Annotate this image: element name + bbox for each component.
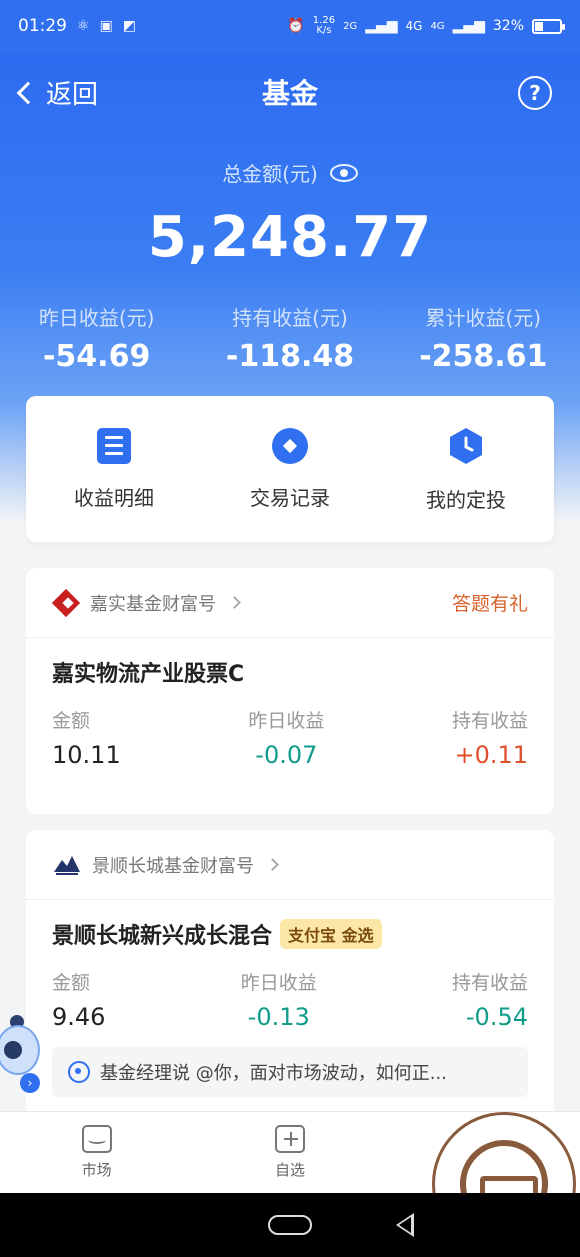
manager-says-banner[interactable]: 基金经理说 @你，面对市场波动，如何正... [52, 1047, 528, 1097]
yesterday-value: -0.07 [255, 741, 318, 769]
signal-4g-a: 4G [405, 19, 423, 33]
stat-yesterday: 昨日收益(元) -54.69 [2, 302, 192, 374]
help-icon[interactable]: ? [518, 76, 552, 110]
stat-label: 昨日收益(元) [38, 306, 155, 330]
battery-icon [532, 18, 565, 34]
harvest-logo-icon [52, 589, 80, 617]
fund-name: 景顺长城新兴成长混合 [52, 924, 273, 949]
signal-bars-icon-2: ▂▄▆ [452, 18, 485, 34]
amount-value: 10.11 [52, 741, 121, 769]
watchlist-icon [274, 1125, 305, 1153]
holding-value: +0.11 [454, 741, 528, 769]
fund-card-header: 嘉实基金财富号 答题有礼 [26, 568, 554, 638]
yesterday-col: 昨日收益 -0.13 [241, 968, 317, 1031]
yesterday-col: 昨日收益 -0.07 [248, 706, 324, 769]
brand-link[interactable]: 景顺长城基金财富号 [52, 852, 279, 878]
clock-shield-icon [450, 427, 482, 464]
stat-holding: 持有收益(元) -118.48 [195, 302, 385, 374]
tab-watchlist[interactable]: 自选 [215, 1125, 365, 1180]
page-title: 基金 [261, 77, 318, 110]
amount-label: 金额 [52, 710, 91, 732]
chevron-right-icon [228, 596, 241, 609]
home-button[interactable] [268, 1215, 312, 1235]
alipay-select-badge: 支付宝 金选 [280, 919, 382, 949]
battery-percent: 32% [492, 18, 524, 34]
amount-value: 9.46 [52, 1003, 106, 1031]
stat-value: -54.69 [42, 339, 151, 374]
amount-col: 金额 10.11 [52, 706, 121, 769]
back-button[interactable]: 返回 [16, 74, 99, 111]
back-label: 返回 [46, 80, 99, 110]
action-label: 收益明细 [74, 485, 154, 510]
total-amount-label: 总金额(元) [222, 162, 318, 186]
signal-4g-b: 4G [430, 20, 445, 32]
chevron-left-icon [16, 81, 40, 104]
status-bar: 01:29 ⚛ ▣ ◩ ⏰ 1.26 K/s 2G ▂▄▆ 4G 4G ▂▄▆ … [0, 0, 580, 52]
holding-col: 持有收益 -0.54 [452, 968, 528, 1031]
yesterday-label: 昨日收益 [248, 710, 325, 732]
signal-2g: 2G [343, 20, 358, 32]
system-nav-bar [0, 1193, 580, 1257]
notification-icon: ⚛ [77, 18, 90, 34]
action-label: 我的定投 [426, 487, 506, 512]
system-back-icon[interactable] [396, 1213, 414, 1237]
stat-label: 累计收益(元) [425, 306, 542, 330]
tab-label: 市场 [81, 1161, 112, 1179]
fund-card-header: 景顺长城基金财富号 [26, 830, 554, 900]
document-icon [97, 427, 131, 464]
app-notification-icon: ▣ [99, 18, 113, 34]
amount-col: 金额 9.46 [52, 968, 105, 1031]
quiz-promo-link[interactable]: 答题有礼 [452, 589, 528, 616]
eye-icon[interactable] [329, 163, 358, 182]
chevron-right-icon [266, 858, 279, 871]
chevron-right-icon: › [20, 1073, 40, 1093]
assistant-mascot[interactable]: › [0, 1015, 42, 1095]
fund-card-body: 嘉实物流产业股票C 金额 10.11 昨日收益 -0.07 持有收益 +0.11 [26, 638, 554, 769]
fund-card[interactable]: 嘉实基金财富号 答题有礼 嘉实物流产业股票C 金额 10.11 昨日收益 -0.… [26, 568, 554, 814]
fund-card-body: 景顺长城新兴成长混合 支付宝 金选 金额 9.46 昨日收益 -0.13 持有收… [26, 900, 554, 1097]
action-label: 交易记录 [250, 485, 330, 510]
manager-text: 基金经理说 @你，面对市场波动，如何正... [100, 1063, 447, 1084]
market-icon [81, 1125, 112, 1153]
stat-label: 持有收益(元) [232, 306, 348, 330]
earnings-stats: 昨日收益(元) -54.69 持有收益(元) -118.48 累计收益(元) -… [0, 302, 580, 374]
holding-value: -0.54 [465, 1003, 528, 1031]
brand-name: 景顺长城基金财富号 [92, 855, 254, 877]
stat-cumulative: 累计收益(元) -258.61 [388, 302, 578, 374]
status-time: 01:29 [18, 16, 67, 36]
total-amount-label-row: 总金额(元) [0, 158, 580, 187]
fund-card[interactable]: 景顺长城基金财富号 景顺长城新兴成长混合 支付宝 金选 金额 9.46 昨日收益… [26, 830, 554, 1120]
quick-actions: 收益明细 交易记录 我的定投 [26, 396, 554, 542]
top-nav: 返回 基金 ? [0, 52, 580, 132]
yesterday-label: 昨日收益 [240, 972, 317, 994]
holding-col: 持有收益 +0.11 [452, 706, 528, 769]
yesterday-value: -0.13 [247, 1003, 310, 1031]
transaction-records-button[interactable]: 交易记录 [205, 427, 375, 511]
tab-label: 自选 [274, 1161, 305, 1179]
fund-name-row: 景顺长城新兴成长混合 支付宝 金选 [52, 918, 528, 950]
holding-label: 持有收益 [451, 972, 528, 994]
stat-value: -118.48 [225, 339, 355, 374]
fund-figures: 金额 9.46 昨日收益 -0.13 持有收益 -0.54 [52, 968, 528, 1031]
alarm-icon: ⏰ [287, 18, 305, 34]
amount-label: 金额 [52, 972, 91, 994]
fund-figures: 金额 10.11 昨日收益 -0.07 持有收益 +0.11 [52, 706, 528, 769]
fund-name: 嘉实物流产业股票C [52, 662, 245, 687]
stat-value: -258.61 [419, 339, 548, 374]
brand-name: 嘉实基金财富号 [90, 593, 216, 615]
holding-label: 持有收益 [451, 710, 528, 732]
medal-icon [68, 1061, 90, 1083]
total-amount: 5,248.77 [147, 205, 433, 270]
invesco-great-wall-logo-icon [54, 855, 80, 875]
record-icon [272, 427, 308, 464]
earnings-detail-button[interactable]: 收益明细 [29, 427, 199, 511]
brand-link[interactable]: 嘉实基金财富号 [52, 589, 241, 617]
chart-notification-icon: ◩ [122, 18, 137, 34]
signal-bars-icon: ▂▄▆ [365, 18, 398, 34]
auto-invest-button[interactable]: 我的定投 [381, 426, 551, 513]
mascot-eye [4, 1041, 22, 1059]
tab-market[interactable]: 市场 [22, 1125, 172, 1180]
net-speed: 1.26 K/s [312, 15, 336, 36]
